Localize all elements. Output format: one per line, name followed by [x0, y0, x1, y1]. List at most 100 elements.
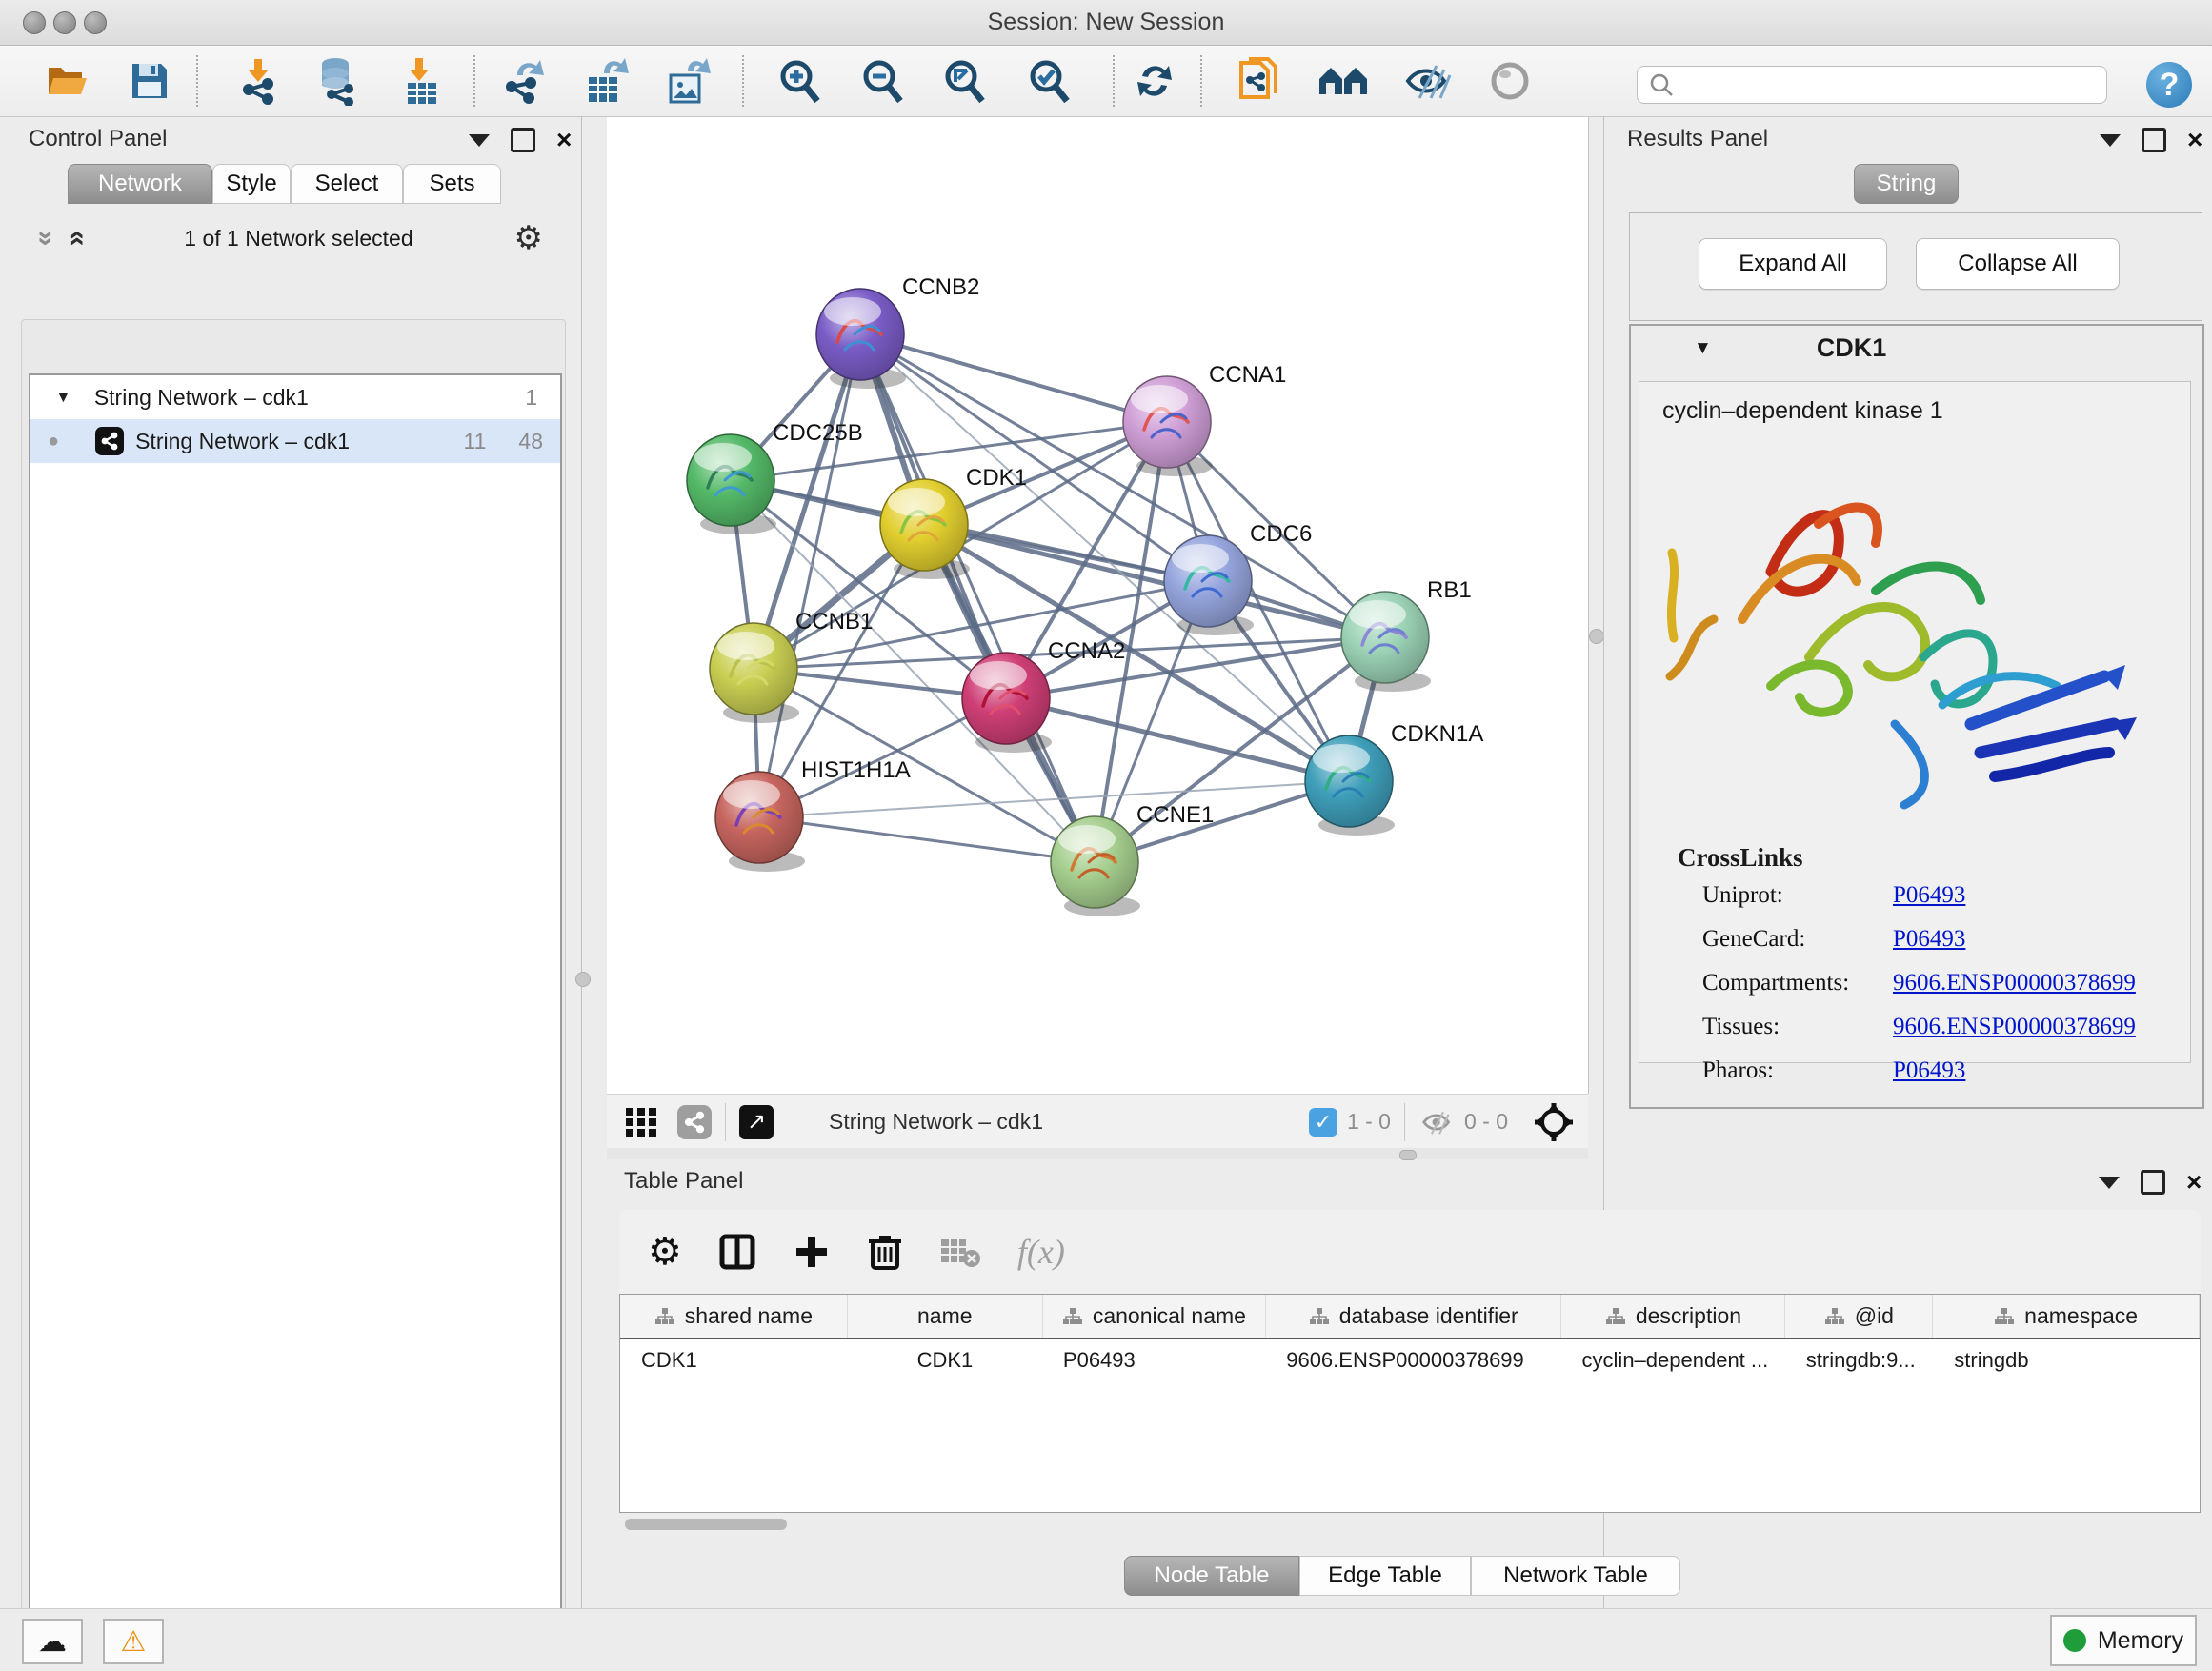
hscrollbar-thumb[interactable]: [625, 1519, 787, 1530]
crosslink-link[interactable]: P06493: [1893, 882, 1965, 909]
cell-@id: stringdb:9...: [1785, 1339, 1934, 1381]
right-splitter-handle[interactable]: [1589, 629, 1604, 644]
network-view-icon[interactable]: [677, 1105, 712, 1139]
panel-menu-icon[interactable]: [2100, 134, 2121, 147]
open-session-button[interactable]: [40, 53, 95, 109]
table-settings-gear-icon[interactable]: ⚙: [648, 1230, 682, 1274]
search-field[interactable]: [1637, 66, 2107, 104]
export-table-button[interactable]: [579, 53, 634, 109]
warnings-button[interactable]: ⚠: [103, 1619, 164, 1664]
crosslink-link[interactable]: 9606.ENSP00000378699: [1893, 1014, 2136, 1040]
column-header-@id[interactable]: @id: [1785, 1295, 1933, 1338]
node-CDK1[interactable]: CDK1: [880, 465, 1027, 579]
zoom-out-button[interactable]: [855, 53, 910, 109]
expand-all-button[interactable]: Expand All: [1699, 238, 1887, 290]
tab-node-table[interactable]: Node Table: [1124, 1556, 1299, 1596]
crosslink-label: Tissues:: [1702, 1014, 1893, 1040]
close-panel-icon[interactable]: ×: [2186, 1173, 2202, 1192]
result-card-header[interactable]: ▼ CDK1: [1631, 333, 2202, 363]
detach-view-icon[interactable]: ↗: [739, 1105, 774, 1139]
float-panel-icon[interactable]: [511, 128, 535, 152]
export-image-button[interactable]: [661, 53, 716, 109]
node-label-RB1: RB1: [1427, 577, 1472, 603]
import-table-button[interactable]: [394, 53, 450, 109]
panel-menu-icon[interactable]: [2099, 1177, 2120, 1189]
zoom-fit-button[interactable]: [936, 53, 992, 109]
crosslink-link[interactable]: 9606.ENSP00000378699: [1893, 970, 2136, 997]
node-CDKN1A[interactable]: CDKN1A: [1305, 721, 1483, 836]
float-panel-icon[interactable]: [2141, 1170, 2165, 1195]
crosslink-row: GeneCard:P06493: [1702, 926, 2190, 953]
selected-checkbox[interactable]: ✓: [1309, 1108, 1337, 1137]
import-database-button[interactable]: [311, 53, 366, 109]
tab-select[interactable]: Select: [291, 164, 403, 204]
close-panel-icon[interactable]: ×: [556, 131, 572, 150]
panel-menu-icon[interactable]: [469, 134, 490, 147]
tab-string[interactable]: String: [1854, 164, 1959, 204]
close-panel-icon[interactable]: ×: [2187, 131, 2202, 150]
edge-CCNB2-CCNA1[interactable]: [860, 334, 1167, 422]
export-network-button[interactable]: [496, 53, 552, 109]
collection-expander-icon[interactable]: ▼: [55, 388, 71, 407]
node-CCNB1[interactable]: CCNB1: [710, 609, 873, 723]
node-CDC25B[interactable]: CDC25B: [687, 420, 863, 534]
expand-all-networks-icon[interactable]: »: [59, 231, 91, 247]
crosslink-link[interactable]: P06493: [1893, 926, 1965, 953]
tab-network[interactable]: Network: [68, 164, 212, 204]
network-collection-row[interactable]: ▼ String Network – cdk1 1: [30, 375, 560, 419]
show-all-button[interactable]: [1317, 53, 1372, 109]
horizontal-splitter[interactable]: [607, 1148, 1588, 1159]
tab-style[interactable]: Style: [212, 164, 291, 204]
horizontal-splitter-handle[interactable]: [1399, 1150, 1417, 1160]
memory-button[interactable]: Memory: [2050, 1615, 2197, 1666]
zoom-selected-button[interactable]: [1021, 53, 1076, 109]
node-CDC6[interactable]: CDC6: [1164, 521, 1312, 635]
help-button[interactable]: ?: [2146, 62, 2192, 108]
add-column-icon[interactable]: [793, 1233, 831, 1271]
grid-view-icon[interactable]: [624, 1106, 660, 1138]
zoom-in-button[interactable]: [772, 53, 827, 109]
cloud-status-button[interactable]: ☁: [22, 1619, 83, 1664]
network-row[interactable]: ● String Network – cdk1 11 48: [30, 419, 560, 463]
clone-network-button[interactable]: [1232, 53, 1287, 109]
save-session-button[interactable]: [122, 53, 177, 109]
network-canvas[interactable]: CCNB2CCNA1CDC25BCDK1CDC6RB1CCNB1CCNA2CDK…: [607, 117, 1589, 1094]
left-splitter-handle[interactable]: [575, 972, 591, 987]
tab-edge-table[interactable]: Edge Table: [1299, 1556, 1471, 1596]
card-expander-icon[interactable]: ▼: [1694, 338, 1712, 359]
status-bar: ☁ ⚠ Memory: [0, 1608, 2212, 1671]
crosslink-label: Compartments:: [1702, 970, 1893, 997]
tab-network-table[interactable]: Network Table: [1471, 1556, 1680, 1596]
float-panel-icon[interactable]: [2142, 128, 2166, 152]
column-header-shared-name[interactable]: shared name: [620, 1295, 848, 1338]
import-network-button[interactable]: [231, 53, 286, 109]
refresh-button[interactable]: [1127, 53, 1182, 109]
collapse-all-networks-icon[interactable]: »: [30, 231, 62, 247]
toggle-view-button[interactable]: [1482, 53, 1538, 109]
column-header-namespace[interactable]: namespace: [1933, 1295, 2200, 1338]
table-hscrollbar[interactable]: [625, 1519, 2187, 1532]
eye-slash-icon: [1402, 60, 1454, 102]
search-input[interactable]: [1674, 71, 2087, 98]
crosslink-link[interactable]: P06493: [1893, 1057, 1965, 1084]
cell-shared-name: CDK1: [620, 1339, 848, 1381]
collapse-all-button[interactable]: Collapse All: [1916, 238, 2120, 290]
edge-HIST1H1A-CCNE1[interactable]: [759, 817, 1095, 862]
zoom-selected-icon: [1025, 57, 1073, 105]
network-options-gear-icon[interactable]: ⚙: [514, 219, 543, 257]
node-CCNB2[interactable]: CCNB2: [816, 274, 979, 389]
columns-icon[interactable]: [718, 1233, 756, 1271]
tab-sets[interactable]: Sets: [403, 164, 501, 204]
table-row[interactable]: CDK1CDK1P064939606.ENSP00000378699cyclin…: [620, 1339, 2200, 1381]
delete-column-trash-icon[interactable]: [867, 1232, 903, 1272]
column-header-database-identifier[interactable]: database identifier: [1266, 1295, 1562, 1338]
birdseye-crosshair-icon[interactable]: [1533, 1101, 1575, 1143]
hide-selected-button[interactable]: [1400, 53, 1456, 109]
edge-CCNB2-HIST1H1A[interactable]: [759, 334, 860, 817]
column-header-name[interactable]: name: [848, 1295, 1043, 1338]
column-header-canonical-name[interactable]: canonical name: [1043, 1295, 1266, 1338]
window-title: Session: New Session: [0, 9, 2212, 36]
export-network-icon: [500, 56, 548, 106]
node-RB1[interactable]: RB1: [1341, 577, 1472, 692]
column-header-description[interactable]: description: [1561, 1295, 1785, 1338]
